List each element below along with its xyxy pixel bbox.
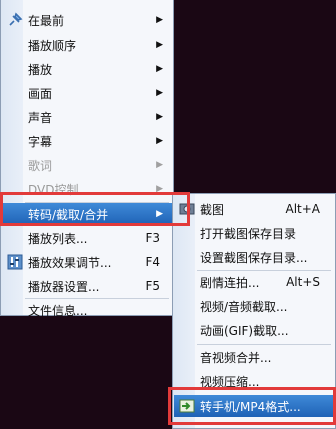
context-menu-main: 在最前 ▶ 播放顺序 ▶ 播放 ▶ 画面 ▶ 声音 ▶ 字幕 ▶ 歌词 ▶ DV…	[0, 0, 174, 318]
menu-item-label: 歌词	[28, 158, 53, 173]
menu-item-playlist[interactable]: 播放列表... F3	[2, 227, 172, 249]
screenshot-icon	[179, 203, 195, 215]
convert-mobile-icon	[179, 399, 195, 413]
submenu-item-screenshot[interactable]: 截图 Alt+A	[174, 198, 334, 220]
menu-item-label: 在最前	[28, 13, 65, 28]
menu-item-lyrics: 歌词 ▶	[2, 154, 172, 176]
menu-item-label: 打开截图保存目录	[200, 226, 297, 241]
submenu-item-convert-mp4[interactable]: 转手机/MP4格式...	[174, 395, 334, 417]
submenu-item-video-compress[interactable]: 视频压缩...	[174, 370, 334, 392]
submenu-arrow-icon: ▶	[156, 88, 163, 98]
submenu-arrow-icon: ▶	[156, 40, 163, 50]
menu-item-subtitles[interactable]: 字幕 ▶	[2, 130, 172, 152]
submenu-item-set-screenshot-folder[interactable]: 设置截图保存目录...	[174, 246, 334, 268]
menu-item-play-order[interactable]: 播放顺序 ▶	[2, 34, 172, 56]
shortcut-text: F5	[145, 279, 160, 293]
submenu-item-gif-clip[interactable]: 动画(GIF)截取...	[174, 319, 334, 341]
menu-item-label: 播放效果调节...	[28, 255, 112, 270]
menu-item-label: 转手机/MP4格式...	[200, 399, 301, 414]
submenu-arrow-icon: ▶	[156, 209, 163, 219]
menu-item-label: 动画(GIF)截取...	[200, 323, 289, 338]
menu-item-player-settings[interactable]: 播放器设置... F5	[2, 275, 172, 297]
shortcut-text: Alt+S	[286, 275, 320, 289]
menu-item-always-on-top[interactable]: 在最前 ▶	[2, 9, 172, 31]
menu-item-label: 设置截图保存目录...	[200, 250, 308, 265]
menu-item-file-info[interactable]: 文件信息...	[2, 299, 172, 321]
pin-icon	[9, 12, 23, 26]
submenu-arrow-icon: ▶	[156, 64, 163, 74]
submenu-arrow-icon: ▶	[156, 160, 163, 170]
submenu-item-av-clip[interactable]: 视频/音频截取...	[174, 295, 334, 317]
submenu-arrow-icon: ▶	[156, 184, 163, 194]
menu-item-sound[interactable]: 声音 ▶	[2, 106, 172, 128]
menu-item-dvd-control: DVD控制 ▶	[2, 178, 172, 200]
menu-item-label: DVD控制	[28, 182, 79, 197]
menu-item-picture[interactable]: 画面 ▶	[2, 82, 172, 104]
submenu-arrow-icon: ▶	[156, 136, 163, 146]
menu-item-play[interactable]: 播放 ▶	[2, 58, 172, 80]
menu-item-label: 播放顺序	[28, 38, 77, 53]
submenu-arrow-icon: ▶	[156, 15, 163, 25]
shortcut-text: F3	[145, 231, 160, 245]
menu-item-label: 视频/音频截取...	[200, 299, 288, 314]
menu-item-label: 转码/截取/合并	[28, 207, 109, 222]
submenu-item-burst-capture[interactable]: 剧情连拍... Alt+S	[174, 271, 334, 293]
submenu-item-open-screenshot-folder[interactable]: 打开截图保存目录	[174, 222, 334, 244]
menu-item-label: 剧情连拍...	[200, 275, 260, 290]
menu-item-label: 音视频合并...	[200, 350, 272, 365]
menu-item-label: 画面	[28, 86, 53, 101]
menu-item-label: 播放	[28, 62, 53, 77]
menu-item-label: 播放器设置...	[28, 279, 100, 294]
submenu-arrow-icon: ▶	[156, 112, 163, 122]
menu-separator	[197, 344, 331, 345]
menu-item-transcode-clip-merge[interactable]: 转码/截取/合并 ▶	[2, 203, 172, 225]
equalizer-icon	[7, 254, 23, 270]
submenu-item-av-merge[interactable]: 音视频合并...	[174, 346, 334, 368]
menu-item-label: 文件信息...	[28, 303, 88, 318]
menu-item-cutoff[interactable]	[2, 0, 172, 3]
context-submenu-transcode: 截图 Alt+A 打开截图保存目录 设置截图保存目录... 剧情连拍... Al…	[172, 193, 336, 429]
shortcut-text: Alt+A	[285, 202, 320, 216]
menu-item-playback-effects[interactable]: 播放效果调节... F4	[2, 251, 172, 273]
menu-item-label: 声音	[28, 110, 53, 125]
menu-item-label: 播放列表...	[28, 231, 88, 246]
menu-item-label: 截图	[200, 202, 225, 217]
menu-item-label: 字幕	[28, 134, 53, 149]
shortcut-text: F4	[145, 255, 160, 269]
menu-item-label: 视频压缩...	[200, 374, 260, 389]
